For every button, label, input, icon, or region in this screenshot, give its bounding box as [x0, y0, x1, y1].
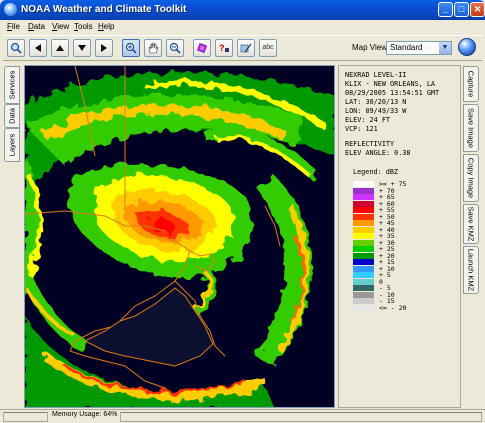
zoom-in-icon: [125, 42, 137, 54]
zoom-out-icon: [169, 42, 181, 54]
legend-swatch: [353, 187, 374, 194]
chevron-down-icon: ▼: [439, 42, 451, 54]
map-view-select[interactable]: Standard ▼: [386, 41, 452, 55]
tab-save-image-label: Save Image: [466, 107, 476, 149]
globe-icon[interactable]: [458, 38, 476, 56]
status-cell-left: [3, 412, 48, 422]
tab-save-kmz[interactable]: Save KMZ: [463, 204, 479, 244]
info-lat: LAT: 30/20/13 N: [345, 98, 407, 106]
query-icon: ?: [219, 43, 229, 53]
zoom-out-button[interactable]: [166, 39, 184, 57]
edit-layers-button[interactable]: [237, 39, 255, 57]
legend-swatch: [353, 220, 374, 226]
tab-layers-label: Layers: [7, 133, 17, 157]
status-bar: Memory Usage: 64%: [0, 409, 485, 423]
legend-title: Legend: dBZ: [353, 168, 399, 176]
map-view-label: Map View:: [352, 43, 390, 52]
zoom-in-button[interactable]: [122, 39, 140, 57]
legend-swatch: [353, 233, 374, 239]
legend-swatch: [353, 265, 374, 272]
window-title: NOAA Weather and Climate Toolkit: [21, 4, 187, 15]
tab-launch-kmz[interactable]: Launch KMZ: [463, 246, 479, 294]
menu-bar: File Data View Tools Help: [3, 20, 482, 34]
legend-swatch: [353, 246, 374, 252]
info-station: KLIX - NEW ORLEANS, LA: [345, 80, 436, 88]
pan-button[interactable]: [144, 39, 162, 57]
legend-swatch: [353, 291, 374, 298]
info-elev: ELEV: 24 FT: [345, 116, 391, 124]
identify-button[interactable]: ?: [215, 39, 233, 57]
arrow-right-icon: [101, 44, 107, 52]
menu-help[interactable]: Help: [98, 22, 114, 31]
arrow-up-icon: [56, 45, 64, 51]
maximize-button[interactable]: □: [454, 2, 469, 17]
memory-usage: Memory Usage: 64%: [52, 411, 118, 418]
info-datetime: 08/29/2005 13:54:51 GMT: [345, 89, 440, 97]
menu-view[interactable]: View: [52, 22, 69, 31]
minimize-button[interactable]: _: [438, 2, 453, 17]
tab-launch-kmz-label: Launch KMZ: [466, 248, 476, 292]
legend-swatch: [353, 304, 374, 311]
info-lon: LON: 89/49/33 W: [345, 107, 407, 115]
legend-swatch: [353, 272, 374, 278]
arrow-down-icon: [78, 45, 86, 51]
status-cell-right: [120, 412, 482, 422]
legend-swatch: [353, 213, 374, 220]
zoom-fit-button[interactable]: [7, 39, 25, 57]
arrow-left-icon: [35, 44, 41, 52]
map-view-value: Standard: [390, 43, 423, 52]
title-bar[interactable]: NOAA Weather and Climate Toolkit _ □ ✕: [0, 0, 485, 20]
radar-map[interactable]: [24, 65, 335, 408]
legend-swatch: [353, 259, 374, 265]
legend-colorbar: [353, 181, 374, 311]
legend-swatch: [353, 226, 374, 233]
tab-copy-image[interactable]: Copy Image: [463, 154, 479, 202]
legend-swatch: [353, 239, 374, 246]
tab-save-kmz-label: Save KMZ: [466, 206, 476, 242]
tab-data[interactable]: Data: [4, 104, 20, 128]
legend-swatch: [353, 285, 374, 291]
close-button[interactable]: ✕: [470, 2, 485, 17]
tab-capture-label: Capture: [466, 70, 476, 98]
palette-icon: [196, 42, 208, 54]
menu-file[interactable]: File: [7, 22, 20, 31]
legend-swatch: [353, 181, 374, 187]
labels-button[interactable]: abc: [259, 39, 277, 57]
legend-swatch: [353, 207, 374, 213]
up-button[interactable]: [51, 39, 69, 57]
palette-button[interactable]: [193, 39, 211, 57]
info-elev-angle: ELEV ANGLE: 0.38: [345, 149, 411, 157]
info-panel: NEXRAD LEVEL-II KLIX - NEW ORLEANS, LA 0…: [338, 65, 461, 408]
back-button[interactable]: [29, 39, 47, 57]
legend-swatch: [353, 194, 374, 200]
tab-save-image[interactable]: Save Image: [463, 104, 479, 152]
tab-layers[interactable]: Layers: [4, 128, 20, 162]
svg-text:?: ?: [219, 43, 225, 53]
tab-capture[interactable]: Capture: [463, 66, 479, 102]
reflectivity-image: [25, 66, 334, 407]
magnifier-icon: [10, 42, 22, 54]
noaa-logo-icon: [4, 3, 17, 16]
menu-data[interactable]: Data: [28, 22, 45, 31]
legend-swatch: [353, 278, 374, 285]
info-product: REFLECTIVITY: [345, 140, 395, 148]
tab-data-label: Data: [7, 108, 17, 124]
tab-copy-image-label: Copy Image: [466, 157, 476, 199]
legend-swatch: [353, 298, 374, 304]
down-button[interactable]: [73, 39, 91, 57]
legend-swatch: [353, 200, 374, 207]
menu-tools[interactable]: Tools: [74, 22, 93, 31]
info-vcp: VCP: 121: [345, 125, 378, 133]
legend-label: <= - 20: [379, 303, 407, 312]
tab-services-label: Services: [7, 70, 17, 100]
legend-swatch: [353, 252, 374, 259]
layers-edit-icon: [240, 43, 252, 53]
tab-services[interactable]: Services: [4, 66, 20, 104]
hand-icon: [148, 42, 159, 54]
forward-button[interactable]: [95, 39, 113, 57]
info-product-type: NEXRAD LEVEL-II: [345, 71, 407, 79]
